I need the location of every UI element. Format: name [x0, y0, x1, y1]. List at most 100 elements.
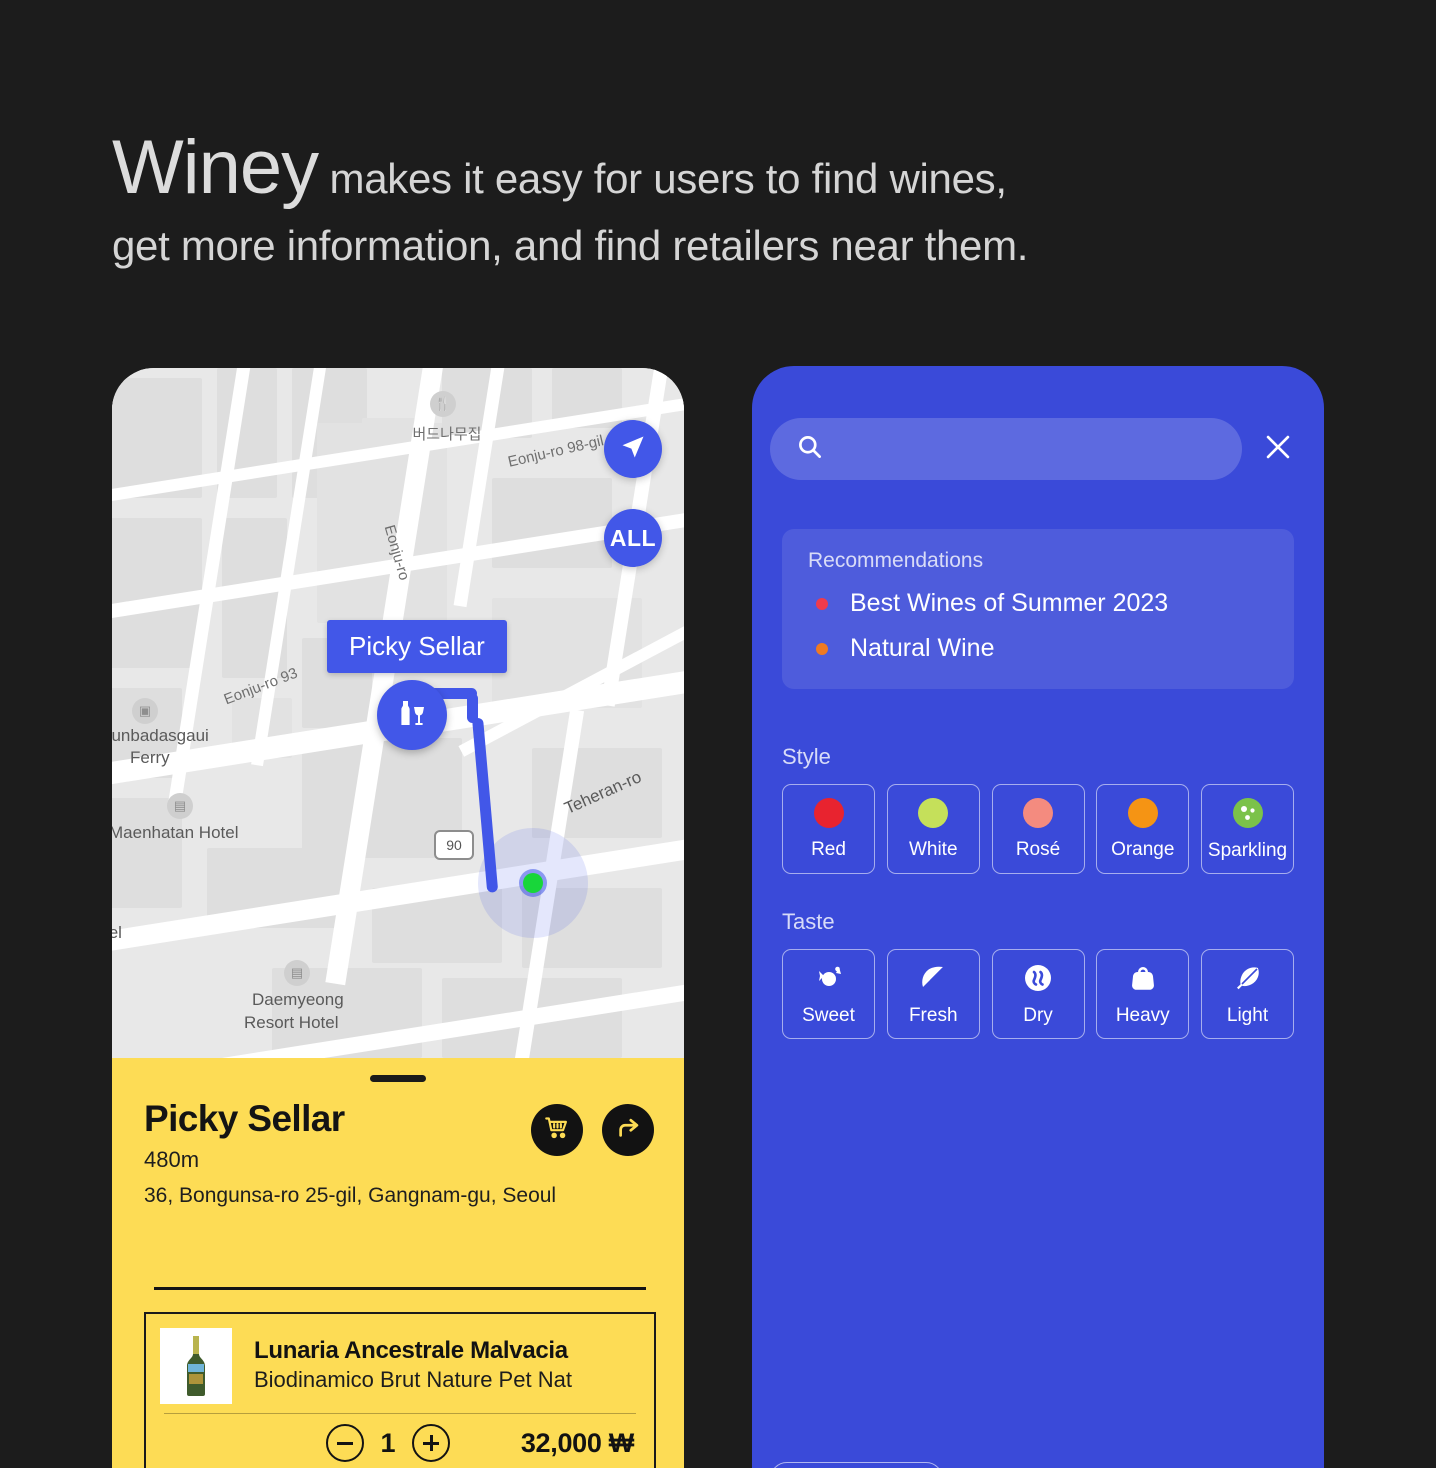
- phone-search-screen: Recommendations Best Wines of Summer 202…: [752, 366, 1324, 1468]
- hotel-poi-icon-1: ▤: [167, 793, 193, 819]
- locate-me-button[interactable]: [604, 420, 662, 478]
- taste-chip-row: Sweet Fresh Dry Heavy Light: [782, 949, 1294, 1039]
- cart-item-price: 32,000 ₩: [520, 1427, 634, 1458]
- style-chip-label: White: [908, 838, 958, 860]
- store-bottom-sheet: Picky Sellar 480m 36, Bongunsa-ro 25-gil…: [112, 1058, 684, 1468]
- headline-line-2: get more information, and find retailers…: [112, 222, 1029, 269]
- white-wine-dot-icon: [918, 797, 949, 828]
- leaf-icon: [918, 962, 948, 994]
- taste-chip-light[interactable]: Light: [1201, 949, 1294, 1039]
- taste-chip-label: Sweet: [802, 1004, 855, 1026]
- taste-chip-sweet[interactable]: Sweet: [782, 949, 875, 1039]
- style-chip-row: Red White Rosé Orange Sparkling: [782, 784, 1294, 874]
- cart-item-text: Lunaria Ancestrale Malvacia Biodinamico …: [254, 1328, 572, 1404]
- style-chip-sparkling[interactable]: Sparkling: [1201, 784, 1294, 874]
- share-button[interactable]: [602, 1104, 654, 1156]
- dry-circle-icon: [1023, 962, 1053, 994]
- map-label-0: 버드나무집: [412, 426, 482, 443]
- feather-icon: [1233, 962, 1263, 994]
- filter-all-button[interactable]: ALL: [604, 509, 662, 567]
- rose-wine-dot-icon: [1023, 797, 1053, 828]
- sheet-drag-handle[interactable]: [370, 1075, 426, 1082]
- brand-name: Winey: [112, 125, 319, 210]
- style-chip-red[interactable]: Red: [782, 784, 875, 874]
- weight-icon: [1128, 962, 1158, 994]
- page-headline: Winey makes it easy for users to find wi…: [112, 130, 1212, 270]
- cart-item-thumbnail: [160, 1328, 232, 1404]
- station-poi-icon: ▣: [132, 698, 158, 724]
- map-canvas[interactable]: 🍴 버드나무집 Eonju-ro 98-gil Eonju-ro Eonju-r…: [112, 368, 684, 1058]
- search-icon: [796, 433, 823, 465]
- recommendation-label: Best Wines of Summer 2023: [850, 589, 1169, 617]
- style-chip-rose[interactable]: Rosé: [991, 784, 1085, 874]
- style-chip-white[interactable]: White: [886, 784, 980, 874]
- recommendation-label: Natural Wine: [850, 634, 995, 662]
- search-input[interactable]: [770, 418, 1242, 480]
- headline-line-1: Winey makes it easy for users to find wi…: [112, 130, 1212, 206]
- taste-chip-label: Light: [1226, 1004, 1269, 1026]
- phone-map-screen: 🍴 버드나무집 Eonju-ro 98-gil Eonju-ro Eonju-r…: [112, 368, 684, 1468]
- style-chip-label: Orange: [1111, 838, 1175, 860]
- recommendations-card: Recommendations Best Wines of Summer 202…: [782, 529, 1294, 689]
- style-chip-label: Sparkling: [1207, 839, 1288, 861]
- map-label-6: Ferry: [130, 748, 170, 767]
- search-bar-row: [770, 418, 1306, 480]
- sparkling-bubbles-icon: [1232, 797, 1263, 829]
- increase-quantity-button[interactable]: [412, 1424, 450, 1462]
- taste-chip-fresh[interactable]: Fresh: [886, 949, 980, 1039]
- navigation-arrow-icon: [619, 433, 647, 466]
- map-label-8: Daemyeong: [252, 990, 344, 1009]
- share-arrow-icon: [615, 1114, 642, 1146]
- sort-dropdown[interactable]: Best matches: [770, 1462, 944, 1468]
- quantity-value: 1: [380, 1427, 396, 1458]
- style-chip-orange[interactable]: Orange: [1096, 784, 1190, 874]
- taste-chip-label: Heavy: [1115, 1004, 1170, 1026]
- map-label-1: Eonju-ro 98-gil: [506, 432, 606, 471]
- cart-icon: [544, 1114, 571, 1146]
- cart-item-title: Lunaria Ancestrale Malvacia: [254, 1337, 568, 1364]
- style-chip-label: Rosé: [1015, 838, 1061, 860]
- user-location-dot: [523, 873, 543, 893]
- orange-wine-dot-icon: [1127, 797, 1158, 828]
- map-label-10: tel: [112, 923, 122, 942]
- taste-section-title: Taste: [782, 909, 835, 934]
- taste-chip-label: Dry: [1023, 1004, 1053, 1026]
- sheet-divider: [154, 1287, 646, 1290]
- map-label-7: Maenhatan Hotel: [112, 823, 239, 842]
- candy-icon: [813, 962, 845, 994]
- minus-icon: [337, 1441, 353, 1445]
- headline-tagline-part1: makes it easy for users to find wines,: [318, 155, 1008, 202]
- recommendation-dot-icon: [816, 642, 828, 655]
- route-shield-90: 90: [434, 830, 474, 860]
- taste-chip-dry[interactable]: Dry: [991, 949, 1085, 1039]
- cart-item-subtitle: Biodinamico Brut Nature Pet Nat: [254, 1367, 572, 1392]
- cart-item-card[interactable]: Lunaria Ancestrale Malvacia Biodinamico …: [144, 1312, 656, 1468]
- wine-bottle-glass-icon: [394, 695, 430, 736]
- store-map-pin[interactable]: [377, 680, 447, 750]
- close-icon: [1261, 430, 1295, 469]
- cart-item-bottom: 1 32,000 ₩: [146, 1414, 654, 1462]
- taste-chip-heavy[interactable]: Heavy: [1096, 949, 1190, 1039]
- style-section-title: Style: [782, 744, 831, 769]
- recommendation-item-0[interactable]: Best Wines of Summer 2023: [808, 589, 1268, 618]
- recommendation-dot-icon: [816, 597, 828, 610]
- cart-button[interactable]: [531, 1104, 583, 1156]
- plus-icon-v: [429, 1435, 433, 1451]
- quantity-stepper: 1: [326, 1424, 450, 1462]
- store-address: 36, Bongunsa-ro 25-gil, Gangnam-gu, Seou…: [144, 1184, 557, 1207]
- cart-item-top: Lunaria Ancestrale Malvacia Biodinamico …: [146, 1314, 654, 1404]
- red-wine-dot-icon: [813, 797, 844, 828]
- close-search-button[interactable]: [1256, 427, 1300, 471]
- store-map-callout[interactable]: Picky Sellar: [327, 620, 507, 673]
- taste-chip-label: Fresh: [908, 1004, 958, 1026]
- recommendations-title: Recommendations: [808, 549, 984, 572]
- decrease-quantity-button[interactable]: [326, 1424, 364, 1462]
- map-label-9: Resort Hotel: [244, 1013, 339, 1032]
- store-header: Picky Sellar 480m 36, Bongunsa-ro 25-gil…: [144, 1098, 654, 1208]
- hotel-poi-icon-2: ▤: [284, 960, 310, 986]
- map-label-5: eunbadasgaui: [112, 726, 209, 745]
- recommendation-item-1[interactable]: Natural Wine: [808, 634, 1268, 663]
- store-action-buttons: [531, 1104, 654, 1156]
- restaurant-poi-icon: 🍴: [430, 391, 456, 417]
- style-chip-label: Red: [811, 838, 846, 860]
